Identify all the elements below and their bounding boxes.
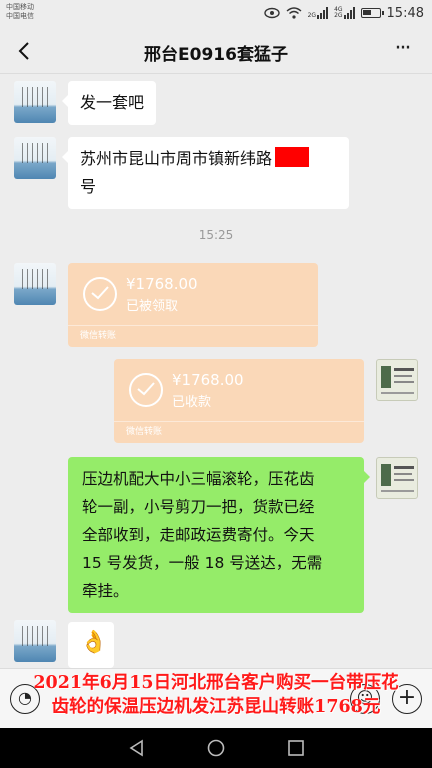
redaction-block	[275, 147, 310, 167]
carrier-2: 中国电信	[6, 12, 34, 20]
message-line: 全部收到，走邮政运费寄付。今天	[82, 526, 315, 544]
eye-icon	[263, 7, 280, 19]
carrier-1: 中国移动	[6, 3, 34, 11]
signal-icon-2	[343, 7, 355, 19]
emoji-message[interactable]: 👌	[68, 622, 114, 668]
check-circle-icon	[83, 277, 117, 311]
message-line: 15 号发货，一般 18 号送达，无需	[82, 554, 323, 572]
check-circle-icon	[129, 373, 163, 407]
network-type-2-bottom: 2G	[334, 12, 343, 19]
timestamp: 15:25	[198, 228, 234, 242]
chat-header: 邢台E0916套猛子 ···	[0, 28, 432, 74]
my-avatar[interactable]	[376, 457, 418, 499]
transfer-amount: ¥1768.00	[172, 371, 244, 389]
message-line: 轮一副，小号剪刀一把，货款已经	[82, 498, 315, 516]
transfer-amount: ¥1768.00	[126, 275, 198, 293]
contact-avatar[interactable]	[14, 620, 56, 662]
caption-line-2: 齿轮的保温压边机发江苏昆山转账1768元	[51, 697, 381, 717]
transfer-card-sent[interactable]: ¥1768.00 已被领取 微信转账	[68, 263, 318, 347]
nav-recent-apps-icon[interactable]	[287, 739, 305, 757]
nav-back-icon[interactable]	[128, 739, 146, 757]
message-text: 号	[80, 177, 97, 196]
carrier-labels: 中国移动 中国电信	[6, 3, 34, 21]
my-avatar[interactable]	[376, 359, 418, 401]
transfer-status: 已收款	[172, 395, 212, 410]
contact-avatar[interactable]	[14, 263, 56, 305]
contact-avatar[interactable]	[14, 81, 56, 123]
message-text: 苏州市昆山市周市镇新纬路	[80, 149, 273, 168]
transfer-footer: 微信转账	[114, 421, 364, 443]
chat-area[interactable]: 发一套吧 苏州市昆山市周市镇新纬路 号 15:25 ¥1768.00 已被领取 …	[0, 75, 432, 668]
network-type-1: 2G	[307, 12, 317, 19]
message-bubble-outgoing[interactable]: 压边机配大中小三幅滚轮，压花齿 轮一副，小号剪刀一把，货款已经 全部收到，走邮政…	[68, 457, 370, 613]
contact-avatar[interactable]	[14, 137, 56, 179]
overlay-caption: 2021年6月15日河北邢台客户购买一台带压花 齿轮的保温压边机发江苏昆山转账1…	[0, 671, 432, 719]
wifi-icon	[286, 7, 302, 19]
more-button[interactable]: ···	[386, 36, 418, 66]
transfer-footer: 微信转账	[68, 325, 318, 347]
message-line: 压边机配大中小三幅滚轮，压花齿	[82, 470, 315, 488]
ok-hand-emoji: 👌	[80, 630, 108, 655]
message-bubble[interactable]: 发一套吧	[61, 81, 157, 125]
status-bar: 中国移动 中国电信 2G 4G 2G 15:48	[0, 0, 432, 28]
more-dots-icon: ···	[394, 36, 412, 61]
system-nav-bar	[0, 728, 432, 768]
chat-title: 邢台E0916套猛子	[144, 45, 288, 65]
caption-line-1: 2021年6月15日河北邢台客户购买一台带压花	[33, 673, 399, 693]
status-time: 15:48	[386, 5, 424, 21]
battery-icon	[360, 8, 384, 18]
transfer-card-received[interactable]: ¥1768.00 已收款 微信转账	[114, 359, 364, 443]
signal-icon-1	[317, 7, 329, 19]
status-icons: 2G 4G 2G 15:48	[263, 4, 424, 22]
message-bubble[interactable]: 苏州市昆山市周市镇新纬路 号	[62, 137, 349, 209]
transfer-status: 已被领取	[126, 299, 179, 314]
nav-home-icon[interactable]	[207, 739, 225, 757]
message-line: 牵挂。	[82, 582, 129, 600]
message-text: 发一套吧	[80, 93, 145, 112]
